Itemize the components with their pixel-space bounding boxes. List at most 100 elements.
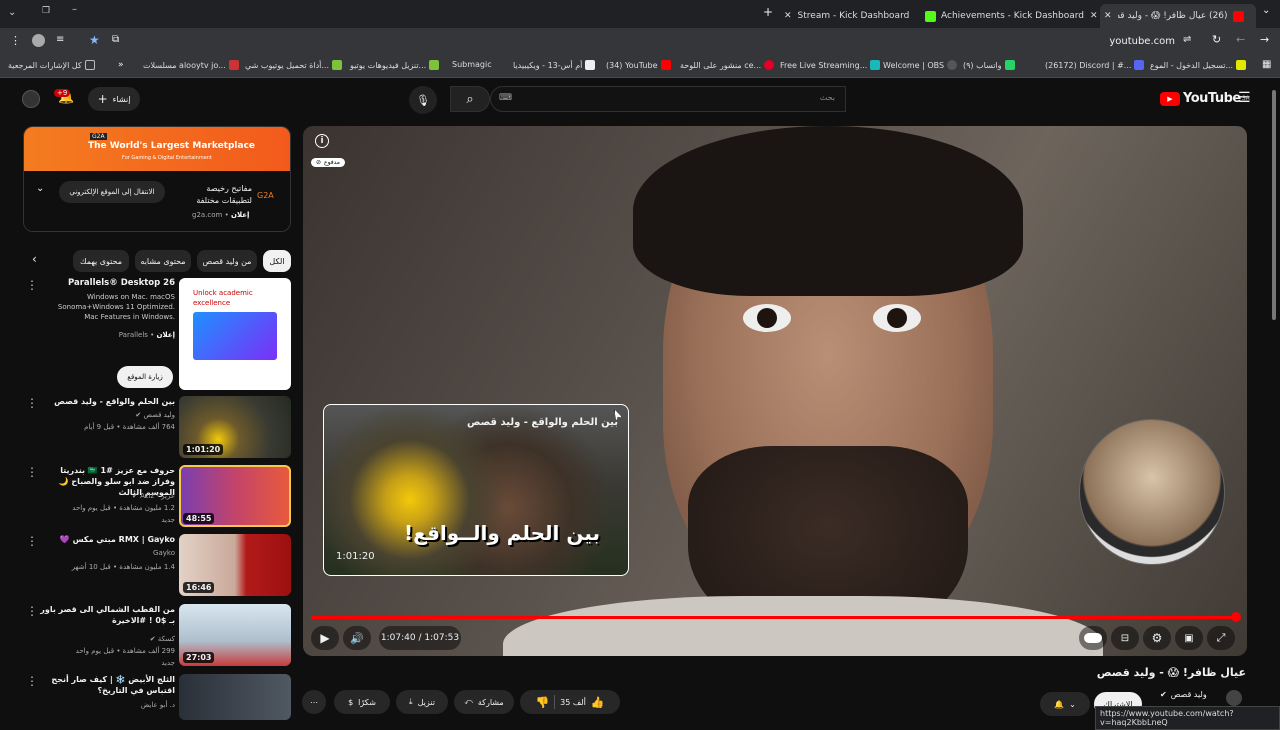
close-icon[interactable]: ✕ [1104, 11, 1112, 21]
play-button[interactable]: ▶ [311, 626, 339, 650]
video-player[interactable]: i ⊘ مدفوع بين الحلم والواقع - وليد قصص ب… [303, 126, 1247, 656]
bookmark-item[interactable]: تسجيل الدخول - الموع... [1150, 60, 1249, 70]
more-options-icon[interactable]: ⋮ [26, 674, 38, 688]
bookmark-item[interactable]: (26172) Discord | #... [1045, 60, 1147, 70]
endscreen-video-preview[interactable]: بين الحلم والواقع - وليد قصص بين الحلم و… [323, 404, 629, 576]
new-tab-button[interactable]: + [763, 5, 773, 19]
related-video[interactable]: 27:03 من القطب الشمالي الى قصر باور بـ $… [0, 604, 295, 672]
chip-interests[interactable]: محتوى يهمك [73, 250, 129, 272]
minimize-icon[interactable]: – [72, 4, 77, 15]
chip-similar[interactable]: محتوى مشابه [135, 250, 191, 272]
related-video[interactable]: 48:55 حروف مع عزيز #1 🇸🇦 بندريتا وفراز ض… [0, 465, 295, 533]
more-options-icon[interactable]: ⋮ [26, 396, 38, 410]
avatar[interactable] [22, 90, 40, 108]
more-options-icon[interactable]: ⋮ [26, 278, 38, 292]
video-thumbnail[interactable] [179, 674, 291, 720]
ad-banner[interactable]: G2A The World's Largest Marketplace For … [24, 127, 290, 171]
related-video[interactable]: 16:46 💜 مبتي مكس RMX | Gayko Gayko 1.4 م… [0, 534, 295, 602]
page-scrollbar[interactable] [1272, 90, 1276, 320]
subtitles-button[interactable]: ⊟ [1111, 626, 1139, 650]
extensions-icon[interactable]: ≡ [56, 34, 64, 45]
ad-title: مفاتيح رخيصة لتطبيقات مختلفة [196, 184, 252, 205]
search-box[interactable]: بحث ⌨ [490, 86, 846, 112]
ad-cta-button[interactable]: الانتقال إلى الموقع الإلكتروني [59, 181, 165, 203]
bookmark-label: Free Live Streaming... [780, 60, 868, 70]
progress-bar[interactable] [311, 616, 1236, 619]
channel-info[interactable]: ✔ وليد قصص [1160, 690, 1207, 699]
logo-text: YouTube [1183, 91, 1241, 106]
bookmark-item[interactable]: Welcome | OBS [883, 60, 960, 70]
promoted-item[interactable]: Unlock academic excellence Parallels® De… [0, 278, 295, 393]
search-button[interactable]: ⌕ [450, 86, 490, 112]
bookmark-star-icon[interactable]: ★ [89, 33, 100, 47]
bookmark-item[interactable]: Free Live Streaming... [780, 60, 883, 70]
more-options-icon[interactable]: ⋮ [26, 465, 38, 479]
tab-youtube[interactable]: ✕ (26) عيال ظافر! 😱 - وليد قصص [1100, 4, 1256, 28]
share-icon[interactable]: ⧉ [112, 34, 119, 45]
site-info-icon[interactable]: ⇌ [1183, 34, 1191, 45]
sidebar-ad: G2A The World's Largest Marketplace For … [23, 126, 291, 232]
bookmark-item[interactable]: أم أس-13 - ويكيبيديا [513, 60, 598, 70]
promoted-thumbnail[interactable]: Unlock academic excellence [179, 278, 291, 390]
chevron-down-icon[interactable]: ⌄ [36, 183, 44, 194]
back-icon[interactable]: → [1260, 33, 1269, 46]
more-actions-button[interactable]: ⋯ [302, 690, 326, 714]
autoplay-toggle[interactable] [1079, 626, 1107, 650]
channel-avatar[interactable] [1226, 690, 1242, 706]
tab-title: (26) عيال ظافر! 😱 - وليد قصص [1118, 11, 1228, 21]
reload-icon[interactable]: ↻ [1212, 33, 1221, 46]
like-icon[interactable]: 👍 [591, 696, 605, 709]
notifications-bell-button[interactable]: 🔔 ⌄ [1040, 692, 1090, 716]
bookmark-item[interactable]: أداة تحميل يوتيوب شي... [245, 60, 345, 70]
url-text[interactable]: youtube.com [1100, 36, 1175, 47]
profile-icon[interactable] [32, 34, 45, 47]
all-bookmarks[interactable]: كل الإشارات المرجعية [8, 60, 98, 70]
scrubber-handle[interactable] [1231, 612, 1241, 622]
tab-stream[interactable]: ✕ Stream - Kick Dashboard [784, 4, 919, 28]
share-button[interactable]: ⤺ مشاركة [454, 690, 514, 714]
restore-icon[interactable]: ❐ [42, 6, 50, 16]
like-count: 35 ألف [560, 697, 586, 707]
info-icon[interactable]: i [315, 134, 329, 148]
close-icon[interactable]: ✕ [1090, 11, 1098, 21]
more-options-icon[interactable]: ⋮ [26, 534, 38, 548]
keyboard-icon[interactable]: ⌨ [499, 93, 512, 103]
settings-button[interactable]: ⚙ [1143, 626, 1171, 650]
paid-promotion-badge[interactable]: ⊘ مدفوع [311, 158, 345, 167]
tab-search-icon[interactable]: ⌄ [1262, 5, 1270, 16]
bookmark-item[interactable]: مسلسلات alooytv jo... [143, 60, 242, 70]
related-video[interactable]: الثلج الأبيض ❄️ | كيف صار أنجح اقتباس في… [0, 674, 295, 720]
youtube-logo[interactable]: ▶ YouTube SA [1160, 91, 1250, 106]
menu-icon[interactable]: ⌄ [8, 7, 16, 18]
more-bookmarks-icon[interactable]: » [118, 60, 124, 70]
apps-icon[interactable]: ▦ [1262, 59, 1271, 70]
dislike-button[interactable]: 👎 [535, 696, 549, 709]
bookmark-item[interactable]: (34) YouTube [606, 60, 674, 70]
more-options-icon[interactable]: ⋮ [26, 604, 38, 618]
voice-search-button[interactable]: 🎙 [409, 86, 437, 114]
volume-button[interactable]: 🔊 [343, 626, 371, 650]
tab-achievements[interactable]: Achievements - Kick Dashboard ✕ [920, 4, 1100, 28]
bookmark-item[interactable]: منشور على اللوحة ce... [680, 60, 777, 70]
thanks-button[interactable]: $ شكرًا [334, 690, 390, 714]
chevron-left-icon[interactable]: ‹ [32, 252, 37, 266]
download-button[interactable]: ⤓ تنزيل [396, 690, 448, 714]
video-title: 💜 مبتي مكس RMX | Gayko [59, 535, 175, 544]
tab-title: Achievements - Kick Dashboard [941, 11, 1084, 21]
miniplayer-button[interactable]: ▣ [1175, 626, 1203, 650]
chip-from-channel[interactable]: من وليد قصص [197, 250, 257, 272]
bookmark-item[interactable]: تنزيل فيديوهات يوتيو... [350, 60, 442, 70]
bookmark-item[interactable]: Submagic [452, 60, 492, 69]
forward-icon[interactable]: ← [1236, 33, 1245, 46]
channel-name: عزيز - Aziz [140, 492, 175, 500]
promoted-cta-button[interactable]: زيارة الموقع [117, 366, 173, 388]
channel-watermark[interactable] [1079, 419, 1225, 565]
bookmark-item[interactable]: (٩) واتساب [963, 60, 1018, 70]
chip-all[interactable]: الكل [263, 250, 291, 272]
related-video[interactable]: 1:01:20 بين الحلم والواقع - وليد قصص ولي… [0, 396, 295, 464]
close-icon[interactable]: ✕ [784, 11, 792, 21]
browser-menu-icon[interactable]: ⋮ [10, 34, 21, 47]
new-badge: جديد [161, 659, 175, 667]
create-button[interactable]: + إنشاء [88, 87, 140, 111]
fullscreen-button[interactable]: ⤢ [1207, 626, 1235, 650]
